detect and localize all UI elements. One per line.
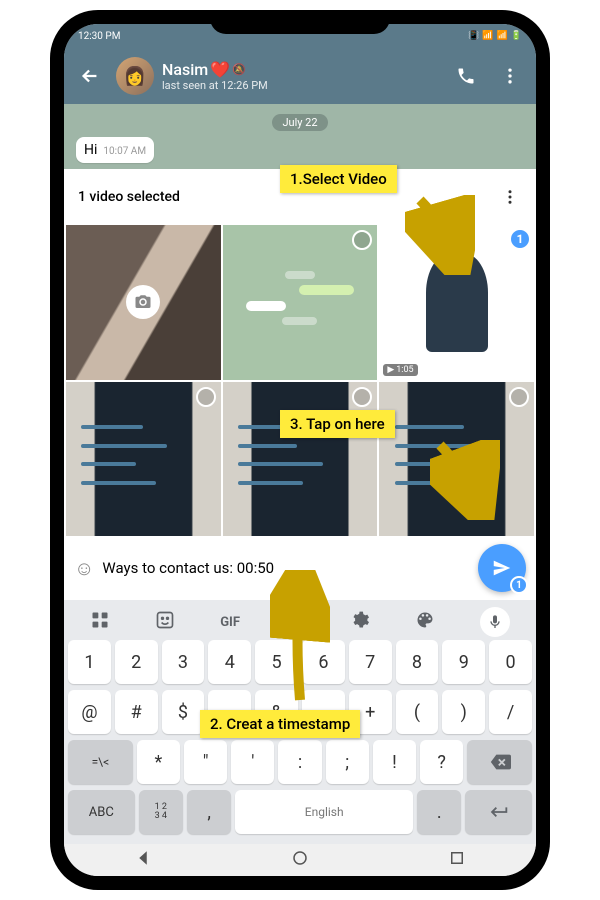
status-right: 📳 📶 📶 🔋 (468, 31, 522, 41)
kb-mic-icon[interactable] (480, 607, 510, 637)
header-text[interactable]: Nasim ❤️ 🔕 last seen at 12:26 PM (162, 60, 440, 92)
battery-icon: 🔋 (511, 31, 522, 41)
nav-recent[interactable] (448, 849, 466, 871)
select-circle[interactable] (352, 230, 372, 250)
phone-notch (210, 10, 390, 34)
date-chip: July 22 (272, 114, 327, 131)
system-navbar (64, 844, 536, 876)
avatar[interactable]: 👩 (116, 57, 154, 95)
backspace-key[interactable] (467, 740, 532, 784)
arrow-2 (270, 570, 330, 710)
kb-more-icon[interactable] (90, 610, 110, 634)
key[interactable]: 8 (396, 640, 439, 684)
key[interactable]: / (489, 690, 532, 734)
key[interactable]: ' (231, 740, 274, 784)
key[interactable]: 2 (115, 640, 158, 684)
chat-area: July 22 Hi 10:07 AM (64, 104, 536, 169)
key[interactable]: # (115, 690, 158, 734)
picker-title: 1 video selected (78, 189, 180, 205)
callout-2: 2. Creat a timestamp (200, 710, 360, 738)
select-circle[interactable] (509, 387, 529, 407)
space-key[interactable]: English (235, 790, 413, 834)
key[interactable]: ? (420, 740, 463, 784)
comma-key[interactable]: , (187, 790, 231, 834)
picker-more-button[interactable] (498, 179, 522, 215)
key[interactable]: 0 (489, 640, 532, 684)
camera-tile[interactable] (66, 225, 221, 380)
heart-icon: ❤️ (210, 60, 230, 79)
key[interactable]: 3 (162, 640, 205, 684)
status-time: 12:30 PM (78, 31, 120, 42)
mute-icon: 🔕 (232, 63, 246, 76)
contact-name: Nasim ❤️ 🔕 (162, 60, 440, 79)
message-time: 10:07 AM (103, 146, 146, 157)
call-button[interactable] (448, 58, 484, 94)
media-thumb[interactable] (223, 382, 378, 537)
send-count-badge: 1 (510, 576, 528, 594)
signal-icon-2: 📶 (497, 31, 508, 41)
nav-home[interactable] (291, 849, 309, 871)
key[interactable]: ) (442, 690, 485, 734)
numbers-key[interactable]: 1 2 3 4 (139, 790, 183, 834)
key[interactable]: @ (68, 690, 111, 734)
key[interactable]: 7 (349, 640, 392, 684)
media-thumb[interactable] (66, 382, 221, 537)
kb-settings-icon[interactable] (350, 610, 370, 634)
video-duration: ▶ 1:05 (383, 364, 417, 376)
arrow-3 (430, 440, 500, 520)
message-text: Hi (84, 142, 97, 158)
shift-key[interactable]: =\< (68, 740, 133, 784)
key[interactable]: * (137, 740, 180, 784)
selected-badge[interactable]: 1 (509, 228, 531, 250)
kb-theme-icon[interactable] (415, 610, 435, 634)
nav-back[interactable] (134, 849, 152, 871)
vibrate-icon: 📳 (468, 31, 479, 41)
callout-3: 3. Tap on here (280, 410, 395, 438)
key[interactable]: : (278, 740, 321, 784)
select-circle[interactable] (352, 387, 372, 407)
key[interactable]: 4 (208, 640, 251, 684)
abc-key[interactable]: ABC (68, 790, 135, 834)
period-key[interactable]: . (417, 790, 461, 834)
send-button[interactable]: 1 (478, 544, 526, 592)
enter-key[interactable] (465, 790, 532, 834)
keyboard-row-4: ABC 1 2 3 4 , English . (68, 790, 532, 834)
key[interactable]: " (184, 740, 227, 784)
kb-gif-button[interactable]: GIF (220, 615, 240, 630)
camera-icon (126, 285, 160, 319)
more-button[interactable] (492, 58, 528, 94)
kb-sticker-icon[interactable] (155, 610, 175, 634)
select-circle[interactable] (196, 387, 216, 407)
last-seen: last seen at 12:26 PM (162, 79, 440, 92)
key[interactable]: ( (396, 690, 439, 734)
callout-1: 1.Select Video (280, 165, 397, 193)
key[interactable]: 1 (68, 640, 111, 684)
contact-name-text: Nasim (162, 60, 208, 79)
key[interactable]: $ (162, 690, 205, 734)
arrow-1 (405, 195, 475, 275)
media-thumb[interactable] (223, 225, 378, 380)
key[interactable]: 9 (442, 640, 485, 684)
incoming-message[interactable]: Hi 10:07 AM (76, 137, 154, 163)
keyboard-row-3: =\< * " ' : ; ! ? (68, 740, 532, 784)
emoji-button[interactable]: ☺ (74, 556, 94, 581)
key[interactable]: ! (373, 740, 416, 784)
key[interactable]: ; (326, 740, 369, 784)
back-button[interactable] (72, 58, 108, 94)
signal-icon: 📶 (482, 31, 493, 41)
chat-header: 👩 Nasim ❤️ 🔕 last seen at 12:26 PM (64, 48, 536, 104)
